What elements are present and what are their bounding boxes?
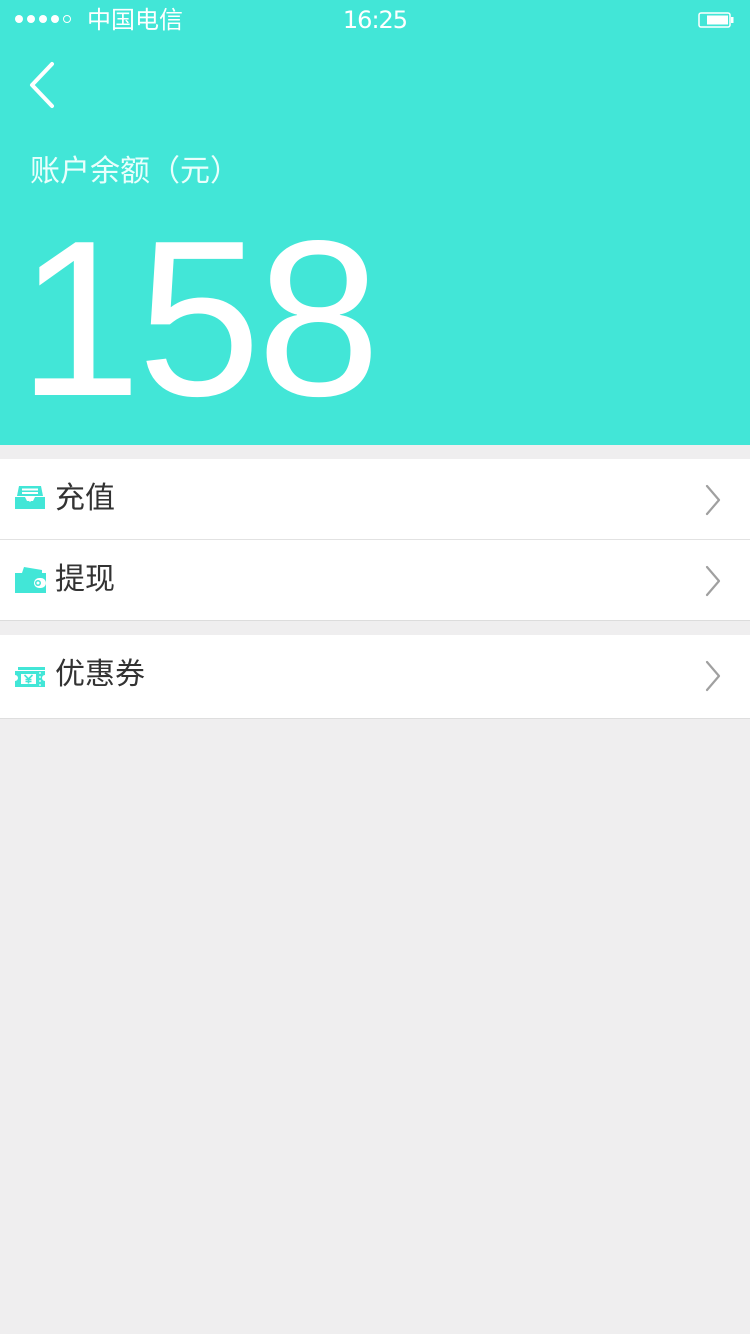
menu-item-label: 优惠券 (55, 657, 145, 692)
status-bar: 中国电信 16:25 (0, 0, 750, 40)
chevron-right-icon (705, 660, 721, 692)
battery-icon (698, 12, 734, 28)
chevron-right-icon (705, 484, 721, 516)
chevron-right-icon (705, 565, 721, 597)
balance-amount: 158 (18, 195, 380, 443)
menu-item-withdraw[interactable]: 提现 (0, 540, 750, 621)
status-time: 16:25 (342, 6, 408, 34)
menu-item-label: 提现 (55, 562, 115, 597)
wallet-icon (15, 567, 46, 593)
balance-header: 中国电信 16:25 账户余额（元） 158 (0, 0, 750, 445)
menu-item-coupons[interactable]: 优惠券 (0, 635, 750, 718)
back-chevron-icon[interactable] (22, 58, 62, 112)
inbox-tray-icon (15, 486, 45, 509)
menu-item-recharge[interactable]: 充值 (0, 459, 750, 540)
funds-menu-group: 充值 提现 (0, 459, 750, 621)
coupon-ticket-icon (15, 667, 45, 687)
coupon-menu-group: 优惠券 (0, 635, 750, 719)
menu-item-label: 充值 (55, 481, 115, 516)
wallet-screen: 中国电信 16:25 账户余额（元） 158 充值 提现 优惠券 (0, 0, 750, 1334)
balance-label: 账户余额（元） (30, 154, 240, 189)
